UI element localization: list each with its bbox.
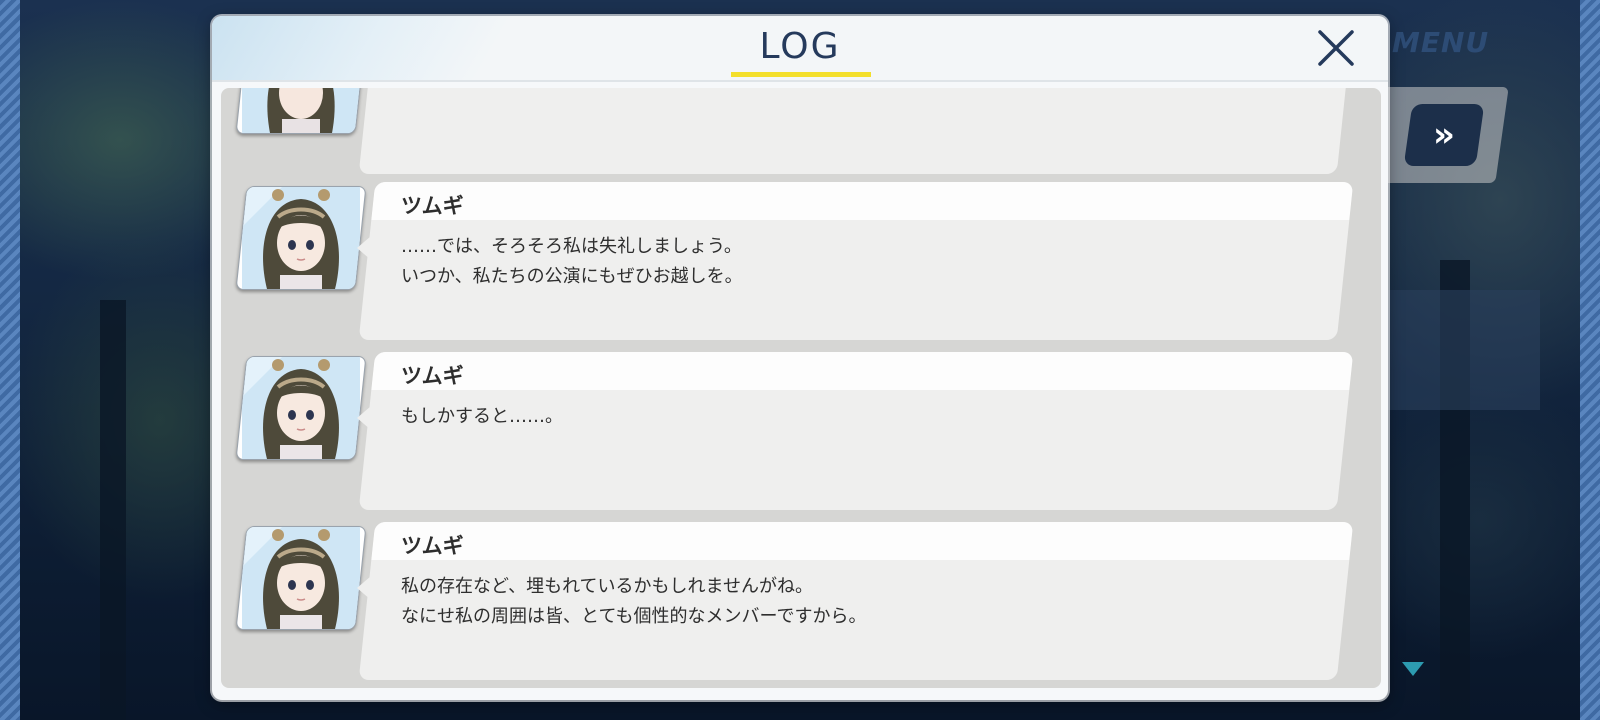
character-portrait-icon [235,526,367,630]
character-portrait-icon [235,356,367,460]
character-portrait-icon [235,88,367,134]
dialogue-line: もしかすると……。 [401,406,563,427]
log-header: LOG [212,16,1388,82]
log-entry: ツムギ 私の存在など、埋もれているかもしれませんがね。 なにせ私の周囲は皆、とて… [221,522,1381,688]
log-window: LOG ツムギ ……では、そろそろ私は失礼しましょう。 いつか、私たちの公演にも… [212,16,1388,700]
speaker-name: ツムギ [401,194,464,218]
dialogue-line: なにせ私の周囲は皆、とても個性的なメンバーですから。 [401,606,867,627]
bubble-tail [357,576,371,600]
double-chevron-right-icon: » [1433,115,1455,155]
title-underline [731,72,871,77]
log-scroll-area[interactable]: ツムギ ……では、そろそろ私は失礼しましょう。 いつか、私たちの公演にもぜひお越… [221,88,1381,688]
character-portrait-icon [235,186,367,290]
bubble-tail [357,406,371,430]
bubble-header [371,522,1354,560]
close-icon [1318,30,1354,66]
triangle-down-icon [1402,662,1424,676]
bubble-header [371,352,1354,390]
bubble-tail [357,236,371,260]
dialogue-line: ……では、そろそろ私は失礼しましょう。 [401,236,742,257]
log-title: LOG [759,26,841,67]
fast-forward-button[interactable]: » [1403,104,1485,166]
speaker-name: ツムギ [401,364,464,388]
log-entry-partial [221,88,1381,186]
dialogue-text: もしかすると……。 [401,402,1301,432]
close-button[interactable] [1314,26,1358,70]
dialogue-text: 私の存在など、埋もれているかもしれませんがね。 なにせ私の周囲は皆、とても個性的… [401,572,1301,632]
menu-label[interactable]: MENU [1392,26,1489,59]
dialogue-text: ……では、そろそろ私は失礼しましょう。 いつか、私たちの公演にもぜひお越しを。 [401,232,1301,292]
log-entry: ツムギ もしかすると……。 [221,352,1381,522]
dialogue-line: 私の存在など、埋もれているかもしれませんがね。 [401,576,814,597]
log-entry: ツムギ ……では、そろそろ私は失礼しましょう。 いつか、私たちの公演にもぜひお越… [221,182,1381,352]
bubble-header [371,182,1354,220]
speaker-name: ツムギ [401,534,464,558]
dialogue-bubble [358,88,1354,174]
dialogue-line: いつか、私たちの公演にもぜひお越しを。 [401,266,743,287]
